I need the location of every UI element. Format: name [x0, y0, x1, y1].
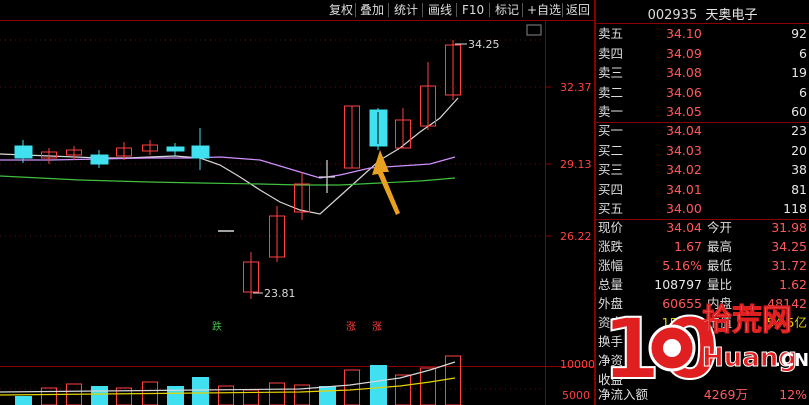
bid-label: 买二 — [598, 142, 624, 158]
ask-price: 34.08 — [666, 65, 702, 80]
price-tick: 29.13 — [560, 158, 592, 171]
stock-name: 天奥电子 — [705, 8, 758, 23]
stat-value: 5.16% — [662, 258, 702, 273]
stat-row: 涨跌 1.67 最高 34.25 — [596, 237, 809, 257]
stat-label: 现价 — [598, 220, 624, 235]
candle — [445, 40, 461, 100]
bid-label: 买一 — [598, 123, 624, 138]
stat-label: 涨幅 — [598, 258, 624, 273]
bid-volume: 23 — [791, 123, 807, 138]
stat-value: 34.25 — [771, 239, 807, 254]
ask-label: 卖五 — [598, 26, 624, 41]
bid-volume: 20 — [791, 142, 807, 158]
bid-row: 买一 34.04 23 — [596, 121, 809, 141]
stat-value: 1.67 — [674, 239, 702, 254]
candle — [294, 172, 310, 220]
bid-price: 34.03 — [666, 142, 702, 158]
candlesticks — [14, 40, 461, 299]
candle — [142, 140, 158, 155]
candle — [344, 105, 360, 169]
stat-label: 最低 — [707, 258, 733, 273]
bid-label: 买五 — [598, 201, 624, 216]
bid-price: 34.02 — [666, 162, 702, 177]
ask-price: 34.05 — [666, 104, 702, 119]
ask-row: 卖四 34.09 6 — [596, 44, 809, 64]
ask-volume: 6 — [799, 45, 807, 61]
ask-row: 卖三 34.08 19 — [596, 63, 809, 83]
ask-price: 34.10 — [666, 26, 702, 41]
stat-value: 31.98 — [771, 220, 807, 235]
candle — [166, 143, 185, 156]
price-gridlines — [0, 39, 545, 390]
ask-volume: 19 — [791, 65, 807, 80]
ask-row: 卖五 34.10 92 — [596, 24, 809, 44]
stat-label: 最高 — [707, 239, 733, 254]
high-price-label: 34.25 — [468, 38, 500, 51]
watermark-logo: 10 拾荒网 Huang .CN — [602, 299, 808, 399]
bid-price: 34.01 — [666, 181, 702, 197]
price-tick: 32.37 — [560, 81, 592, 94]
candle-cross — [319, 160, 335, 193]
bid-row: 买五 34.00 118 — [596, 199, 809, 219]
stat-value: 34.04 — [666, 220, 702, 235]
ask-row: 卖一 34.05 60 — [596, 102, 809, 122]
bid-row: 买三 34.02 38 — [596, 160, 809, 180]
ask-volume: 60 — [791, 104, 807, 119]
stat-value: 31.72 — [771, 258, 807, 273]
ask-volume: 6 — [799, 84, 807, 100]
candle — [269, 206, 285, 262]
volume-bars — [15, 355, 461, 405]
ask-price: 34.09 — [666, 45, 702, 61]
ask-label: 卖四 — [598, 45, 624, 61]
bid-volume: 38 — [791, 162, 807, 177]
candle — [90, 150, 109, 168]
watermark-cn: 拾荒网 — [702, 303, 792, 338]
bid-row: 买二 34.03 20 — [596, 141, 809, 161]
candle — [66, 146, 82, 160]
watermark-tld: .CN — [774, 350, 808, 371]
bid-label: 买四 — [598, 181, 624, 197]
stat-row: 涨幅 5.16% 最低 31.72 — [596, 256, 809, 276]
stock-title: 002935 天奥电子 — [596, 4, 809, 23]
ask-volume: 92 — [791, 26, 807, 41]
gear-center — [663, 339, 681, 357]
kline-chart[interactable]: 34.25 23.81 跌 涨 涨 32.37 29.13 26.22 1000… — [0, 0, 594, 405]
ask-row: 卖二 34.06 6 — [596, 83, 809, 103]
stat-label: 今开 — [707, 220, 733, 235]
bid-price: 34.00 — [666, 201, 702, 216]
ask-label: 卖二 — [598, 84, 624, 100]
stat-row: 现价 34.04 今开 31.98 — [596, 218, 809, 238]
candle — [243, 252, 259, 299]
volume-tick: 10000 — [560, 358, 594, 371]
rise-marker: 涨 — [346, 321, 356, 333]
stock-code: 002935 — [647, 8, 698, 23]
candle — [191, 128, 210, 170]
low-price-label: 23.81 — [264, 287, 296, 300]
ask-label: 卖三 — [598, 65, 624, 80]
chart-corner-box — [526, 24, 542, 36]
bid-volume: 81 — [791, 181, 807, 197]
ask-label: 卖一 — [598, 104, 624, 119]
price-tick: 26.22 — [560, 230, 592, 243]
rise-marker: 涨 — [372, 321, 382, 333]
bid-price: 34.04 — [666, 123, 702, 138]
bid-label: 买三 — [598, 162, 624, 177]
bid-row: 买四 34.01 81 — [596, 180, 809, 200]
volume-tick: 5000 — [562, 389, 590, 402]
bid-volume: 118 — [783, 201, 807, 216]
ask-price: 34.06 — [666, 84, 702, 100]
fall-marker: 跌 — [212, 320, 222, 333]
candle — [420, 62, 436, 130]
stat-label: 涨跌 — [598, 239, 624, 254]
